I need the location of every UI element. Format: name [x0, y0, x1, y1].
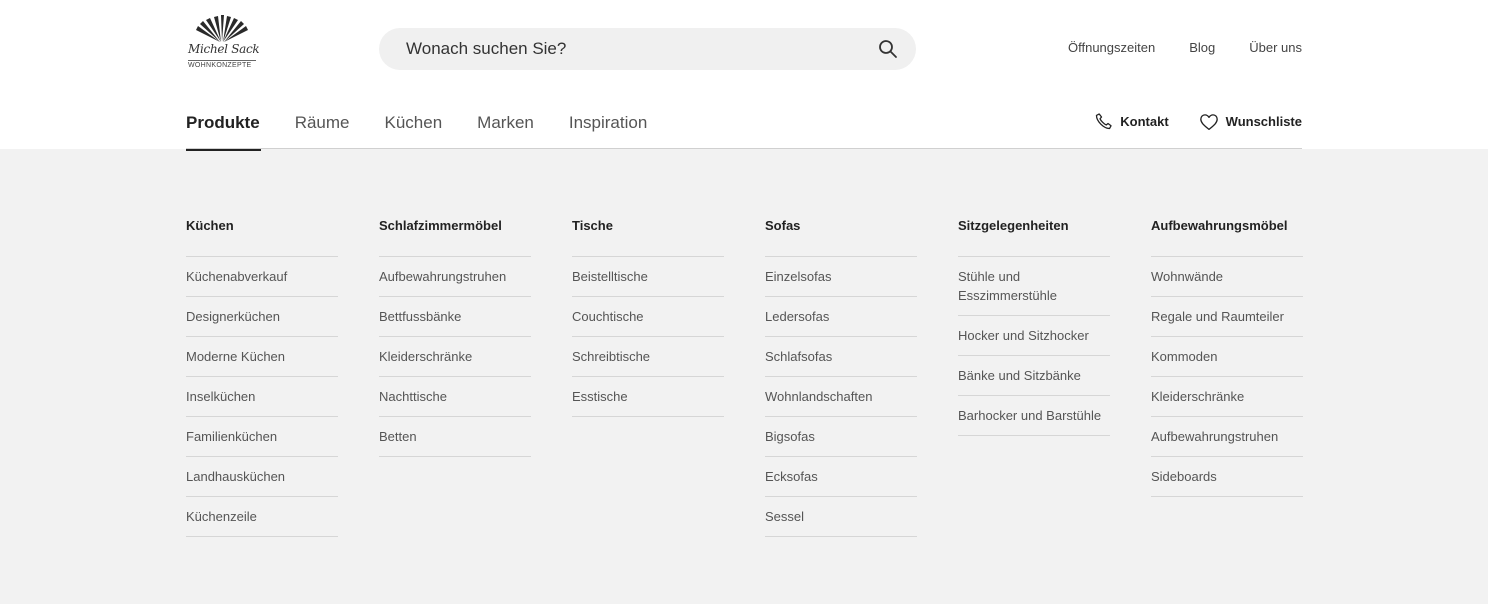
menu-item[interactable]: Schlafsofas — [765, 337, 917, 377]
menu-item[interactable]: Kleiderschränke — [1151, 377, 1303, 417]
phone-icon — [1096, 113, 1112, 130]
menu-column-kuechen: Küchen Küchenabverkauf Designerküchen Mo… — [186, 217, 338, 537]
menu-item[interactable]: Regale und Raumteiler — [1151, 297, 1303, 337]
menu-item[interactable]: Einzelsofas — [765, 257, 917, 297]
search-input[interactable] — [379, 28, 916, 70]
column-heading[interactable]: Sitzgelegenheiten — [958, 217, 1110, 257]
menu-item[interactable]: Couchtische — [572, 297, 724, 337]
tab-kuechen[interactable]: Küchen — [385, 110, 443, 150]
menu-item[interactable]: Schreibtische — [572, 337, 724, 377]
tab-marken[interactable]: Marken — [477, 110, 534, 150]
wishlist-link[interactable]: Wunschliste — [1199, 113, 1302, 131]
menu-item[interactable]: Stühle und Esszimmerstühle — [958, 257, 1110, 316]
menu-item[interactable]: Designerküchen — [186, 297, 338, 337]
menu-item[interactable]: Bettfussbänke — [379, 297, 531, 337]
heart-icon — [1199, 113, 1218, 130]
search-icon[interactable] — [878, 39, 898, 59]
column-heading[interactable]: Schlafzimmermöbel — [379, 217, 531, 257]
menu-item[interactable]: Küchenzeile — [186, 497, 338, 537]
menu-item[interactable]: Landhausküchen — [186, 457, 338, 497]
menu-item[interactable]: Ledersofas — [765, 297, 917, 337]
menu-column-schlafzimmermoebel: Schlafzimmermöbel Aufbewahrungstruhen Be… — [379, 217, 531, 457]
contact-link[interactable]: Kontakt — [1094, 112, 1169, 131]
column-heading[interactable]: Küchen — [186, 217, 338, 257]
column-heading[interactable]: Tische — [572, 217, 724, 257]
logo-subtitle: WOHNKONZEPTE — [188, 60, 256, 69]
menu-item[interactable]: Beistelltische — [572, 257, 724, 297]
nav-divider — [186, 148, 1302, 149]
menu-item[interactable]: Inselküchen — [186, 377, 338, 417]
column-heading[interactable]: Sofas — [765, 217, 917, 257]
menu-item[interactable]: Küchenabverkauf — [186, 257, 338, 297]
menu-item[interactable]: Ecksofas — [765, 457, 917, 497]
menu-item[interactable]: Nachttische — [379, 377, 531, 417]
menu-item[interactable]: Kleiderschränke — [379, 337, 531, 377]
menu-item[interactable]: Kommoden — [1151, 337, 1303, 377]
menu-item[interactable]: Aufbewahrungstruhen — [1151, 417, 1303, 457]
site-logo[interactable]: Michel Sack WOHNKONZEPTE — [186, 12, 260, 70]
logo-script-text: Michel Sack — [188, 42, 260, 56]
tab-inspiration[interactable]: Inspiration — [569, 110, 647, 150]
menu-item[interactable]: Familienküchen — [186, 417, 338, 457]
menu-column-sofas: Sofas Einzelsofas Ledersofas Schlafsofas… — [765, 217, 917, 537]
menu-item[interactable]: Aufbewahrungstruhen — [379, 257, 531, 297]
menu-item[interactable]: Moderne Küchen — [186, 337, 338, 377]
link-about-us[interactable]: Über uns — [1249, 40, 1302, 55]
fan-logo-icon — [196, 15, 248, 42]
menu-item[interactable]: Sideboards — [1151, 457, 1303, 497]
menu-column-sitzgelegenheiten: Sitzgelegenheiten Stühle und Esszimmerst… — [958, 217, 1110, 436]
search-bar — [379, 28, 916, 70]
wishlist-label: Wunschliste — [1225, 114, 1302, 129]
column-heading[interactable]: Aufbewahrungsmöbel — [1151, 217, 1303, 257]
contact-label: Kontakt — [1120, 114, 1169, 129]
menu-item[interactable]: Wohnwände — [1151, 257, 1303, 297]
menu-column-tische: Tische Beistelltische Couchtische Schrei… — [572, 217, 724, 417]
menu-item[interactable]: Bänke und Sitzbänke — [958, 356, 1110, 396]
site-header: Michel Sack WOHNKONZEPTE Öffnungszeiten … — [0, 0, 1488, 151]
link-blog[interactable]: Blog — [1189, 40, 1215, 55]
link-opening-hours[interactable]: Öffnungszeiten — [1068, 40, 1155, 55]
main-nav: Produkte Räume Küchen Marken Inspiration — [186, 110, 682, 151]
top-links: Öffnungszeiten Blog Über uns — [1068, 40, 1302, 55]
tab-produkte[interactable]: Produkte — [186, 110, 261, 151]
menu-item[interactable]: Wohnlandschaften — [765, 377, 917, 417]
menu-item[interactable]: Sessel — [765, 497, 917, 537]
tab-raeume[interactable]: Räume — [295, 110, 350, 150]
menu-item[interactable]: Betten — [379, 417, 531, 457]
menu-item[interactable]: Barhocker und Barstühle — [958, 396, 1110, 436]
utility-links: Kontakt Wunschliste — [1094, 112, 1302, 131]
menu-item[interactable]: Esstische — [572, 377, 724, 417]
menu-item[interactable]: Bigsofas — [765, 417, 917, 457]
menu-item[interactable]: Hocker und Sitzhocker — [958, 316, 1110, 356]
menu-column-aufbewahrungsmoebel: Aufbewahrungsmöbel Wohnwände Regale und … — [1151, 217, 1303, 497]
